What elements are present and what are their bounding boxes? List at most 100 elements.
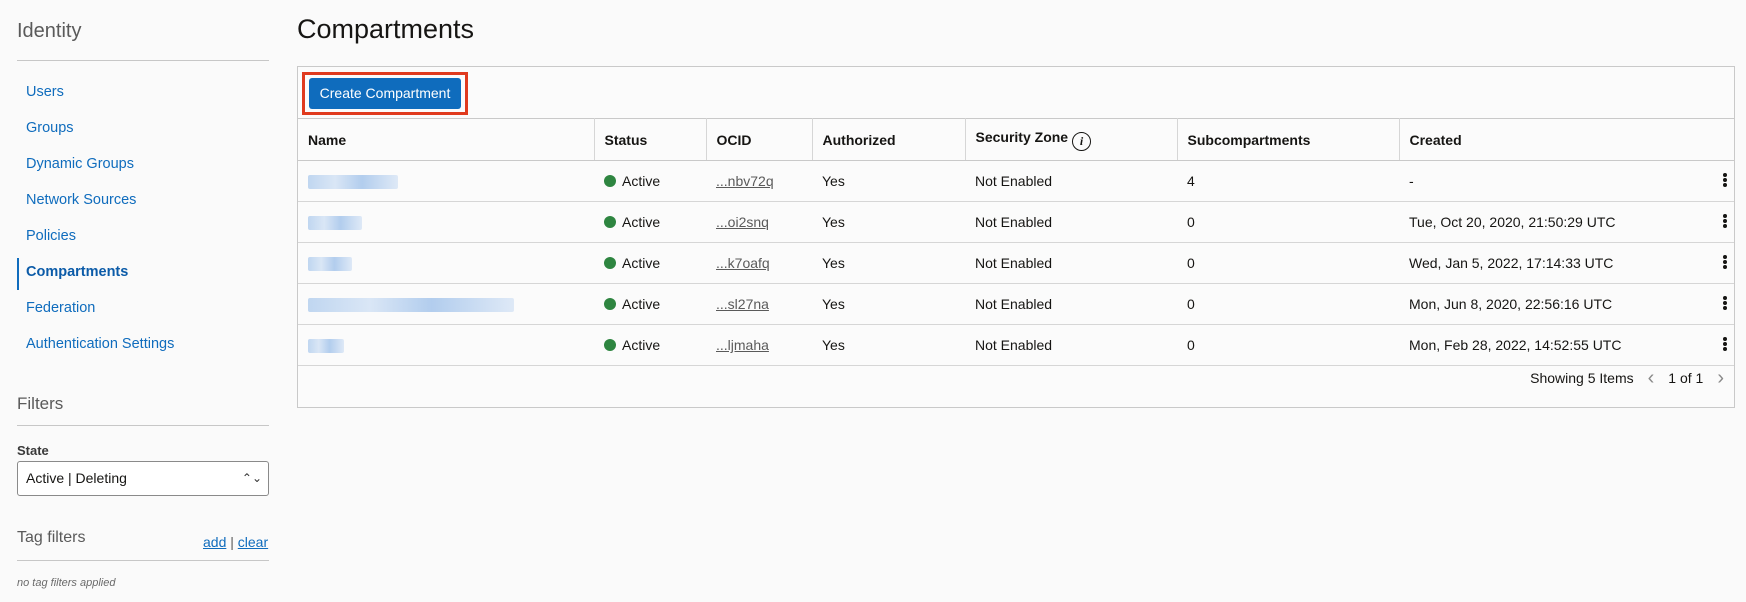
cell-ocid: ...k7oafq <box>706 242 812 284</box>
cell-name[interactable] <box>298 242 594 284</box>
cell-created: - <box>1399 160 1734 202</box>
tag-filter-actions: add | clear <box>203 534 268 550</box>
cell-ocid: ...oi2snq <box>706 201 812 243</box>
cell-ocid: ...sl27na <box>706 283 812 325</box>
state-label: State <box>17 443 49 458</box>
cell-authorized: Yes <box>812 201 965 243</box>
divider <box>17 425 269 426</box>
row-actions-kebab-icon[interactable] <box>1720 254 1730 272</box>
cell-authorized: Yes <box>812 283 965 325</box>
redacted-name[interactable] <box>308 216 362 231</box>
sidebar-title: Identity <box>17 20 82 42</box>
row-actions-kebab-icon[interactable] <box>1720 295 1730 313</box>
cell-name[interactable] <box>298 201 594 243</box>
sidebar: Identity Users Groups Dynamic Groups Net… <box>0 0 270 602</box>
ocid-link[interactable]: ...sl27na <box>716 296 769 312</box>
redacted-name[interactable] <box>308 298 514 313</box>
ocid-link[interactable]: ...nbv72q <box>716 173 774 189</box>
created-text: Mon, Feb 28, 2022, 14:52:55 UTC <box>1409 337 1622 353</box>
cell-name[interactable] <box>298 160 594 202</box>
column-header-created[interactable]: Created <box>1399 118 1734 161</box>
sidebar-item-users[interactable]: Users <box>17 80 269 116</box>
ocid-link[interactable]: ...k7oafq <box>716 255 770 271</box>
ocid-link[interactable]: ...ljmaha <box>716 337 769 353</box>
table-header-row: Name Status OCID Authorized Security Zon… <box>298 118 1734 161</box>
cell-security-zone: Not Enabled <box>965 324 1177 366</box>
tag-clear-link[interactable]: clear <box>238 534 268 550</box>
chevron-left-icon[interactable]: ‹ <box>1648 368 1655 388</box>
page-indicator: 1 of 1 <box>1668 370 1704 386</box>
cell-subcompartments: 0 <box>1177 324 1399 366</box>
column-header-authorized[interactable]: Authorized <box>812 118 966 161</box>
state-select[interactable]: Active | Deleting ⌃⌄ <box>17 461 269 496</box>
cell-ocid: ...ljmaha <box>706 324 812 366</box>
cell-status: Active <box>594 242 706 284</box>
chevron-right-icon[interactable]: › <box>1717 368 1724 388</box>
info-icon[interactable]: i <box>1072 131 1092 151</box>
column-header-ocid[interactable]: OCID <box>706 118 813 161</box>
column-header-security-zone-label: Security Zone <box>975 128 1069 145</box>
column-header-security-zone[interactable]: Security Zone i <box>965 118 1178 161</box>
sidebar-item-network-sources[interactable]: Network Sources <box>17 188 269 224</box>
sidebar-item-federation[interactable]: Federation <box>17 296 269 332</box>
cell-created: Tue, Oct 20, 2020, 21:50:29 UTC <box>1399 201 1734 243</box>
column-header-status[interactable]: Status <box>594 118 707 161</box>
status-text: Active <box>622 173 661 189</box>
cell-created: Mon, Jun 8, 2020, 22:56:16 UTC <box>1399 283 1734 325</box>
divider <box>17 60 269 61</box>
sidebar-item-groups[interactable]: Groups <box>17 116 269 152</box>
redacted-name[interactable] <box>308 257 352 272</box>
sidebar-item-authentication-settings[interactable]: Authentication Settings <box>17 332 269 368</box>
row-actions-kebab-icon[interactable] <box>1720 213 1730 231</box>
cell-security-zone: Not Enabled <box>965 201 1177 243</box>
state-select-value: Active | Deleting <box>26 470 127 486</box>
redacted-name[interactable] <box>308 175 398 190</box>
cell-authorized: Yes <box>812 324 965 366</box>
status-dot-icon <box>604 175 616 187</box>
sidebar-item-dynamic-groups[interactable]: Dynamic Groups <box>17 152 269 188</box>
table-row: Active ...oi2snq Yes Not Enabled 0 Tue, … <box>298 201 1734 243</box>
cell-name[interactable] <box>298 283 594 325</box>
cell-subcompartments: 0 <box>1177 201 1399 243</box>
cell-authorized: Yes <box>812 242 965 284</box>
row-actions-kebab-icon[interactable] <box>1720 172 1730 190</box>
divider <box>17 560 269 561</box>
page-title: Compartments <box>297 14 475 44</box>
tag-link-separator: | <box>230 534 234 550</box>
cell-ocid: ...nbv72q <box>706 160 812 202</box>
cell-subcompartments: 4 <box>1177 160 1399 202</box>
cell-status: Active <box>594 283 706 325</box>
cell-authorized: Yes <box>812 160 965 202</box>
status-dot-icon <box>604 216 616 228</box>
table-row: Active ...nbv72q Yes Not Enabled 4 - <box>298 160 1734 202</box>
column-header-name[interactable]: Name <box>298 118 595 161</box>
status-text: Active <box>622 214 661 230</box>
ocid-link[interactable]: ...oi2snq <box>716 214 769 230</box>
table-toolbar: Create Compartment <box>298 67 1734 118</box>
filters-heading: Filters <box>17 394 64 413</box>
compartments-table: Name Status OCID Authorized Security Zon… <box>298 118 1734 366</box>
created-text: Mon, Jun 8, 2020, 22:56:16 UTC <box>1409 296 1613 312</box>
item-count: Showing 5 Items <box>1530 370 1634 386</box>
cell-created: Wed, Jan 5, 2022, 17:14:33 UTC <box>1399 242 1734 284</box>
compartments-panel: Create Compartment Name Status OCID Auth… <box>297 66 1735 408</box>
sidebar-item-compartments[interactable]: Compartments <box>17 258 269 296</box>
column-header-subcompartments[interactable]: Subcompartments <box>1177 118 1400 161</box>
cell-security-zone: Not Enabled <box>965 160 1177 202</box>
cell-status: Active <box>594 324 706 366</box>
cell-name[interactable] <box>298 324 594 366</box>
table-row: Active ...ljmaha Yes Not Enabled 0 Mon, … <box>298 324 1734 366</box>
create-compartment-button[interactable]: Create Compartment <box>309 78 461 109</box>
row-actions-kebab-icon[interactable] <box>1720 336 1730 354</box>
cell-security-zone: Not Enabled <box>965 283 1177 325</box>
tag-add-link[interactable]: add <box>203 534 226 550</box>
status-dot-icon <box>604 298 616 310</box>
cell-created: Mon, Feb 28, 2022, 14:52:55 UTC <box>1399 324 1734 366</box>
cell-security-zone: Not Enabled <box>965 242 1177 284</box>
cell-status: Active <box>594 160 706 202</box>
cell-subcompartments: 0 <box>1177 242 1399 284</box>
chevron-updown-icon: ⌃⌄ <box>241 471 262 485</box>
redacted-name[interactable] <box>308 339 344 354</box>
table-row: Active ...sl27na Yes Not Enabled 0 Mon, … <box>298 283 1734 325</box>
sidebar-item-policies[interactable]: Policies <box>17 224 269 260</box>
